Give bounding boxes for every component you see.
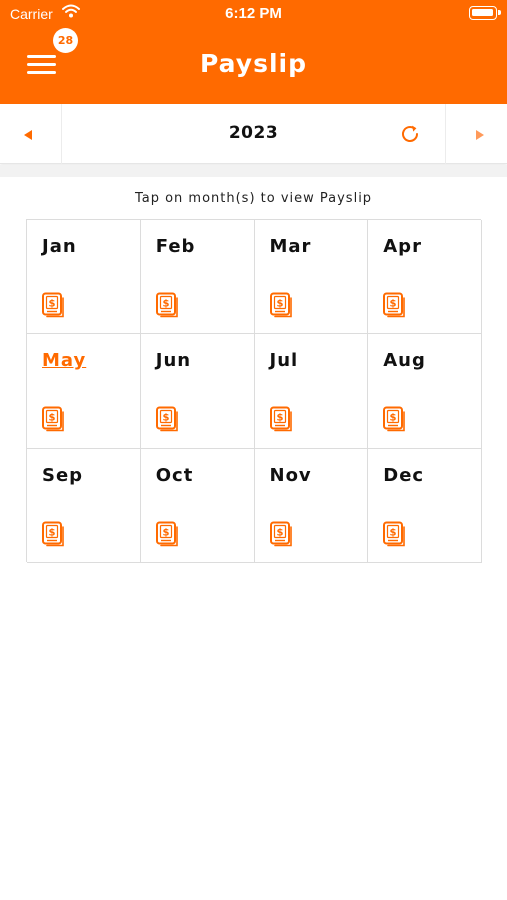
month-cell-jan[interactable]: Jan $ [27,220,141,335]
month-cell-nov[interactable]: Nov $ [254,448,369,563]
month-cell-jul[interactable]: Jul $ [254,334,369,449]
payslip-document-icon[interactable]: $ [41,292,65,318]
svg-text:$: $ [49,413,56,424]
month-label: Jun [155,350,192,372]
payslip-document-icon[interactable]: $ [382,521,406,547]
instruction-text: Tap on month(s) to view Payslip [134,191,373,206]
battery-icon [469,6,501,20]
previous-year-button[interactable] [0,104,62,164]
payslip-document-icon[interactable]: $ [41,521,65,547]
month-cell-aug[interactable]: Aug $ [368,334,482,449]
month-label: Mar [269,236,312,257]
month-label: May [42,350,87,372]
status-bar: Carrier 6:12 PM [0,0,507,28]
payslip-document-icon[interactable]: $ [155,406,179,432]
month-label: Jan [42,236,77,257]
svg-text:$: $ [390,299,397,310]
month-label: Jul [269,350,299,372]
next-year-button[interactable] [445,104,507,164]
month-label: Oct [155,464,194,486]
month-label: Sep [42,464,84,486]
svg-text:$: $ [276,299,283,310]
month-cell-dec[interactable]: Dec $ [368,448,482,563]
app-header: Carrier 6:12 PM 28 Payslip [0,0,507,104]
month-grid: Jan $ Feb $ Mar $ Apr $ May $ Jun $ Jul $ Aug $ Sep $ Oct $… [26,219,482,563]
svg-text:$: $ [390,413,397,424]
month-cell-feb[interactable]: Feb $ [140,220,255,335]
svg-text:$: $ [162,299,169,310]
svg-text:$: $ [276,527,283,538]
month-cell-apr[interactable]: Apr $ [368,220,482,335]
month-cell-oct[interactable]: Oct $ [140,448,255,563]
payslip-document-icon[interactable]: $ [41,406,65,432]
svg-text:$: $ [162,527,169,538]
year-label: 2023 [228,123,279,143]
month-label: Apr [383,236,422,257]
month-cell-mar[interactable]: Mar $ [254,220,369,335]
svg-text:$: $ [276,413,283,424]
month-cell-may[interactable]: May $ [27,334,141,449]
payslip-document-icon[interactable]: $ [155,292,179,318]
payslip-document-icon[interactable]: $ [269,292,293,318]
page-title: Payslip [200,49,307,78]
svg-text:$: $ [49,527,56,538]
payslip-document-icon[interactable]: $ [155,521,179,547]
svg-text:$: $ [390,527,397,538]
refresh-icon[interactable] [399,123,421,145]
status-time: 6:12 PM [225,5,282,22]
payslip-document-icon[interactable]: $ [382,406,406,432]
month-label: Aug [383,350,426,372]
month-label: Nov [269,464,312,486]
svg-text:$: $ [49,299,56,310]
payslip-document-icon[interactable]: $ [382,292,406,318]
year-selector: 2023 [0,104,507,164]
svg-text:$: $ [162,413,169,424]
month-label: Feb [155,236,196,257]
month-label: Dec [383,464,425,486]
payslip-document-icon[interactable]: $ [269,406,293,432]
section-divider [0,165,507,177]
month-cell-sep[interactable]: Sep $ [27,448,141,563]
month-cell-jun[interactable]: Jun $ [140,334,255,449]
payslip-document-icon[interactable]: $ [269,521,293,547]
